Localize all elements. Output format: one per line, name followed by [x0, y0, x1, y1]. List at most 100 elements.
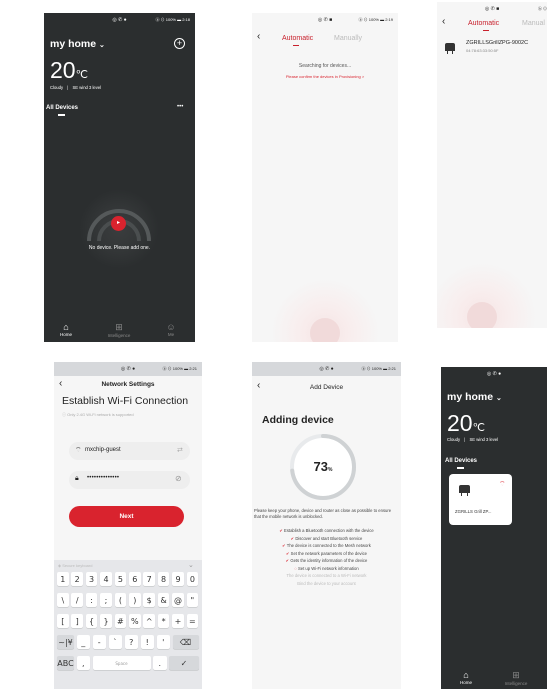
keyboard-key[interactable]: * [157, 614, 170, 628]
abc-key[interactable]: ABC [57, 656, 74, 670]
keyboard-key[interactable]: ( [114, 593, 127, 607]
section-title[interactable]: All Devices [445, 458, 477, 464]
home-selector[interactable]: my home ⌄ [50, 38, 105, 50]
progress-percent: 73% [313, 459, 333, 474]
keyboard-key[interactable]: ~|¥ [57, 635, 74, 649]
shield-icon: ◈ [58, 563, 62, 568]
chevron-down-icon: ⌄ [99, 42, 105, 49]
wifi-signal-icon: ⌔ [499, 481, 506, 488]
keyboard-key[interactable]: # [114, 614, 127, 628]
keyboard-key[interactable]: 4 [100, 572, 112, 586]
step-item: Discover and start Bluetooth service [252, 536, 401, 544]
home-icon: ⌂ [463, 670, 469, 680]
device-card[interactable]: ⌔ ZGRILLS Grill ZP... [449, 474, 512, 525]
nav-home[interactable]: ⌂ Home [456, 670, 476, 685]
keyboard-key[interactable]: _ [76, 635, 90, 649]
keyboard-key[interactable]: \ [57, 593, 69, 607]
keyboard-key[interactable]: ? [124, 635, 138, 649]
switch-network-icon[interactable]: ⇄ [177, 446, 183, 454]
screen-searching: ◎ ✆ ■ ⓑ ⊙ 100% ▬ 2:19 ‹ Automatic Manual… [252, 13, 398, 342]
tab-automatic[interactable]: Automatic [282, 35, 313, 42]
step-item: Set the network parameters of the device [252, 551, 401, 559]
keyboard-key[interactable]: { [85, 614, 98, 628]
keyboard-key[interactable]: $ [143, 593, 155, 607]
page-title: Adding device [262, 414, 334, 426]
proximity-tip: Please keep your phone, device and route… [254, 508, 392, 519]
keyboard-key[interactable]: ; [100, 593, 112, 607]
status-bar: ◎ ✆ ● ⓑ ⊙ 100% ▬ 2:21 [54, 362, 202, 376]
tab-manually[interactable]: Manually [334, 35, 362, 42]
home-selector[interactable]: my home ⌄ [447, 391, 502, 403]
backspace-key[interactable]: ⌫ [172, 635, 199, 649]
info-icon: ⓘ [62, 412, 66, 417]
keyboard-key[interactable]: 7 [143, 572, 155, 586]
next-button[interactable]: Next [69, 506, 184, 527]
bottom-nav: ⌂ Home ⊞ Intelligence [441, 670, 547, 689]
status-bar: ◎ ✆ ● ⓑ ⊙ 100% ▬ 2:18 [112, 17, 190, 23]
user-icon: ☺ [166, 322, 176, 332]
grid-icon: ⊞ [115, 322, 123, 332]
collapse-keyboard-icon[interactable]: ⌄ [188, 561, 194, 569]
keyboard-key[interactable]: ! [140, 635, 154, 649]
keyboard-key[interactable]: & [157, 593, 170, 607]
keyboard-key[interactable]: 5 [114, 572, 127, 586]
steps-list: Establish a Bluetooth connection with th… [252, 528, 401, 588]
temperature: 20℃ [50, 57, 88, 83]
add-icon[interactable]: + [174, 38, 185, 49]
step-item: Establish a Bluetooth connection with th… [252, 528, 401, 536]
weather-info: Cloudy | SE wind 3 level [50, 85, 102, 90]
grid-icon: ⊞ [512, 670, 520, 680]
keyboard-key[interactable]: [ [57, 614, 69, 628]
empty-message: No device. Please add one. [88, 245, 151, 251]
keyboard-key[interactable]: " [186, 593, 199, 607]
eye-hidden-icon[interactable]: ⊘ [175, 474, 182, 483]
dot-key[interactable]: . [153, 656, 167, 670]
keyboard-key[interactable]: % [129, 614, 141, 628]
password-field[interactable]: 🔒︎ •••••••••••••• ⊘ [69, 471, 190, 489]
keyboard-key[interactable]: = [186, 614, 199, 628]
nav-me[interactable]: ☺ Me [161, 322, 181, 337]
tab-underline [293, 45, 299, 47]
comma-key[interactable]: , [76, 656, 90, 670]
ssid-field[interactable]: ⌔ mxchip-guest ⇄ [69, 442, 190, 460]
keyboard-key[interactable]: 0 [186, 572, 199, 586]
provisioning-link[interactable]: Please confirm the devices in Provisioni… [252, 74, 398, 79]
keyboard-key[interactable]: / [71, 593, 83, 607]
device-list-item[interactable]: ZGRILLSGrillZPG-9002C 04:78:63:33:50:5F [443, 40, 547, 58]
lock-icon: 🔒︎ [75, 475, 79, 482]
step-item: Bind the device to your account [297, 580, 356, 586]
back-icon[interactable]: ‹ [442, 16, 445, 27]
keyboard-key[interactable]: 2 [71, 572, 83, 586]
nav-intelligence[interactable]: ⊞ Intelligence [504, 670, 528, 686]
page-title: Establish Wi-Fi Connection [62, 395, 189, 407]
keyboard-key[interactable]: } [100, 614, 112, 628]
grill-icon [445, 43, 455, 51]
nav-intelligence[interactable]: ⊞ Intelligence [107, 322, 131, 338]
space-key[interactable]: Space [92, 656, 151, 670]
back-icon[interactable]: ‹ [257, 31, 260, 42]
keyboard-key[interactable]: : [85, 593, 98, 607]
keyboard-key[interactable]: 1 [57, 572, 69, 586]
keyboard-key[interactable]: 9 [172, 572, 184, 586]
section-title[interactable]: All Devices [46, 105, 78, 111]
keyboard-key[interactable]: ' [156, 635, 170, 649]
device-name: ZGRILLSGrillZPG-9002C [466, 40, 529, 46]
more-icon[interactable]: ••• [177, 104, 183, 110]
status-bar: ◎ ✆ ● ⓑ ⊙ 100% ▬ 2:21 [252, 362, 401, 376]
tab-manual[interactable]: Manual [522, 20, 545, 27]
plus-device-icon[interactable]: ▸ [111, 216, 126, 231]
keyboard-key[interactable]: + [172, 614, 184, 628]
keyboard-key[interactable]: ] [71, 614, 83, 628]
tab-automatic[interactable]: Automatic [468, 20, 499, 27]
keyboard-key[interactable]: 8 [157, 572, 170, 586]
keyboard-key[interactable]: ^ [143, 614, 155, 628]
keyboard-key[interactable]: ) [129, 593, 141, 607]
keyboard-key[interactable]: @ [172, 593, 184, 607]
done-key[interactable]: ✓ [169, 656, 199, 670]
keyboard-key[interactable]: ` [108, 635, 122, 649]
keyboard-key[interactable]: 6 [129, 572, 141, 586]
nav-home[interactable]: ⌂ Home [56, 322, 76, 337]
screen-home-with-device: ◎ ✆ ● my home ⌄ 20℃ Cloudy | SE wind 3 l… [441, 367, 547, 689]
keyboard-key[interactable]: 3 [85, 572, 98, 586]
keyboard-key[interactable]: - [92, 635, 106, 649]
